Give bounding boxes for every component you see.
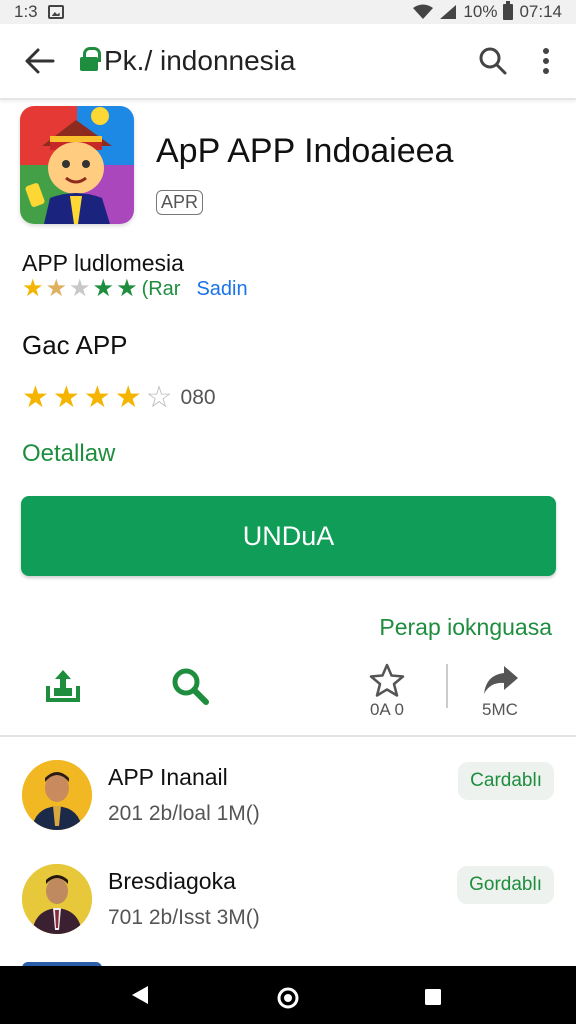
share-count-label: 5MC <box>482 700 518 719</box>
nav-recents-icon[interactable] <box>424 988 442 1006</box>
app-title: ApP APP Indoaieea <box>156 132 454 170</box>
app-icon[interactable] <box>20 106 134 224</box>
battery-percent: 10% <box>463 2 498 21</box>
avatar <box>22 760 92 830</box>
small-rating-row: ★ ★ ★ ★ ★ (Rar Sadin <box>22 277 248 301</box>
rating-link[interactable]: Sadin <box>196 278 247 301</box>
action-row: 0A 0 5MC <box>0 650 576 730</box>
rating-stars: ★ ★ ★ ★ ☆ 080 <box>22 382 216 414</box>
star-filled-icon: ★ <box>83 381 111 414</box>
person-avatar-icon <box>22 760 92 830</box>
list-item-name: Bresdiagoka <box>108 868 236 894</box>
review-count: 080 <box>180 386 216 409</box>
list-item-meta: 701 2b/Isst 3M() <box>108 906 260 929</box>
section-divider <box>0 735 576 737</box>
star-filled-icon: ★ <box>114 381 142 414</box>
battery-icon <box>503 1 514 20</box>
person-avatar-icon <box>22 864 92 934</box>
share-button[interactable] <box>44 666 82 704</box>
wifi-icon <box>413 4 434 19</box>
search-action-button[interactable] <box>170 666 210 706</box>
image-notification-icon <box>47 5 64 19</box>
system-nav-bar <box>0 966 576 1024</box>
search-icon <box>172 668 209 705</box>
forward-share-button[interactable]: 5MC <box>480 662 520 720</box>
signal-icon <box>440 5 457 19</box>
share-icon <box>46 670 80 702</box>
star-filled-icon: ★ <box>45 275 68 302</box>
nav-home-icon[interactable] <box>276 986 300 1010</box>
status-time-right: 07:14 <box>519 2 562 21</box>
list-item-meta: 201 2b/loal 1M() <box>108 802 260 825</box>
star-empty-icon: ★ <box>69 275 91 302</box>
rating-text: (Rar <box>141 277 181 300</box>
star-outline-icon <box>369 663 405 697</box>
install-button[interactable]: UNDuA <box>21 496 556 576</box>
wishlist-label: 0A 0 <box>369 700 405 719</box>
star-outline-icon: ☆ <box>145 381 173 414</box>
back-arrow-icon <box>25 48 55 74</box>
star-green-icon: ★ <box>116 275 138 302</box>
wishlist-button[interactable]: 0A 0 <box>368 662 406 720</box>
list-item[interactable]: APP Inanail 201 2b/loal 1M() Cardablı <box>0 760 576 860</box>
star-filled-icon: ★ <box>52 381 80 414</box>
overflow-menu-icon[interactable] <box>542 47 550 75</box>
star-filled-icon: ★ <box>22 381 49 414</box>
star-green-icon: ★ <box>92 275 115 302</box>
avatar <box>22 864 92 934</box>
languages-link[interactable]: Perap ioknguasa <box>379 614 552 641</box>
status-bar: 1:3 10% 07:14 <box>0 0 576 24</box>
status-time-left: 1:3 <box>14 2 38 21</box>
app-logo-icon <box>20 106 134 224</box>
toolbar: Pk./ indonnesia <box>0 24 576 100</box>
content-rating-badge: APR <box>156 190 204 215</box>
list-item[interactable]: Bresdiagoka 701 2b/Isst 3M() Gordablı <box>0 864 576 964</box>
get-button[interactable]: Cardablı <box>458 762 554 800</box>
url-text: Pk./ indonnesia <box>104 45 296 76</box>
category-title: Gac APP <box>22 330 128 360</box>
back-button[interactable] <box>0 23 80 99</box>
nav-back-icon[interactable] <box>130 984 150 1006</box>
lock-icon <box>80 47 101 73</box>
get-button[interactable]: Gordablı <box>457 866 554 904</box>
search-icon[interactable] <box>478 46 508 76</box>
details-link[interactable]: Oetallaw <box>22 440 115 468</box>
developer-name[interactable]: APP ludlomesia <box>22 250 184 277</box>
forward-share-icon <box>484 666 518 694</box>
list-item-name: APP Inanail <box>108 764 228 790</box>
star-filled-icon: ★ <box>22 275 44 302</box>
action-divider <box>446 664 448 708</box>
app-header: ApP APP Indoaieea APR <box>20 106 560 230</box>
url-bar[interactable]: Pk./ indonnesia <box>80 45 295 77</box>
